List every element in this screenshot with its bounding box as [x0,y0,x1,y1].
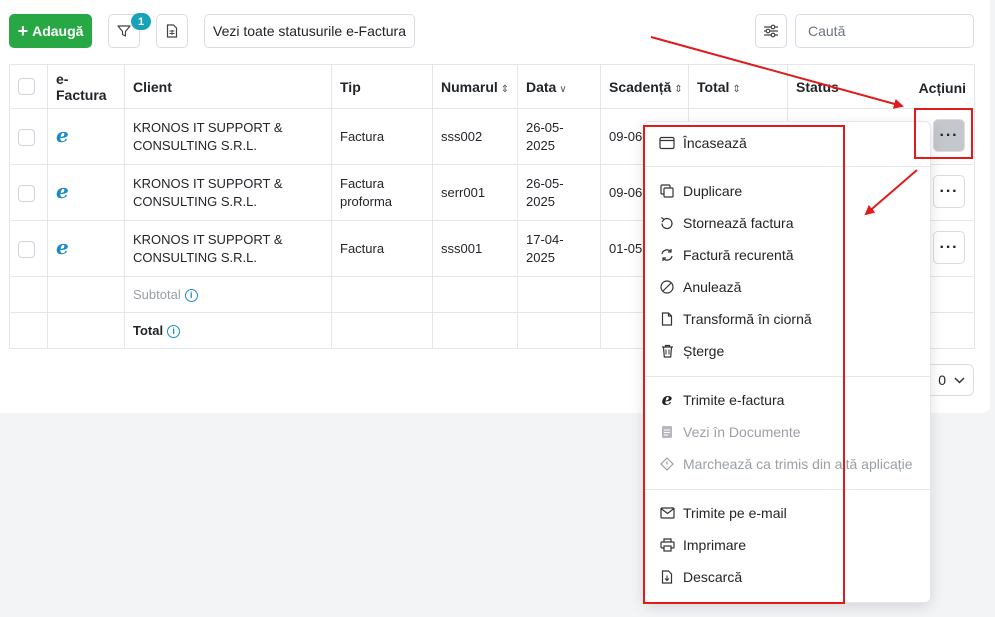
invoice-date: 26-05-2025 [517,108,601,165]
header-total-label: Total [697,78,730,95]
sort-icon: ⇕ [500,83,510,95]
header-data-label: Data [526,78,557,95]
invoice-date: 17-04-2025 [517,220,601,277]
more-horizontal-icon: ··· [939,238,959,256]
header-tip: Tip [331,64,433,109]
select-all-cell [9,64,48,109]
page-size-select[interactable]: 0 [925,364,974,396]
invoice-type-line2: proforma [340,193,393,209]
client-name: KRONOS IT SUPPORT & [133,175,283,191]
invoice-type: Factura [340,175,385,191]
invoice-number: serr001 [432,164,518,221]
sort-icon: ⇕ [674,83,683,95]
select-all-checkbox[interactable] [18,78,35,96]
invoice-type: Factura [340,240,385,256]
annotation-box-actions [914,108,973,159]
subtotal-label: Subtotal [133,286,181,302]
header-status: Status [796,78,839,95]
sort-icon: ⇕ [732,83,741,95]
page-size-value: 0 [938,372,946,388]
row-checkbox[interactable] [18,184,35,202]
row-checkbox[interactable] [18,128,35,146]
plus-icon: + [17,21,29,41]
info-icon[interactable]: i [167,324,181,338]
invoice-date: 26-05-2025 [517,164,601,221]
invoice-number: sss002 [432,108,518,165]
efactura-status-button[interactable]: Vezi toate statusurile e-Factura [204,14,415,48]
header-numarul-label: Numarul [441,78,498,95]
header-efactura: e-Factura [47,64,125,109]
efactura-icon: e [56,123,69,147]
annotation-box-menu [643,125,845,604]
header-numarul[interactable]: Numarul ⇕ [432,64,518,109]
efactura-icon: e [56,179,69,203]
filter-count-badge: 1 [131,13,151,30]
row-checkbox[interactable] [18,240,35,258]
client-name-line2: CONSULTING S.R.L. [133,137,258,153]
header-data[interactable]: Data ∨ [517,64,601,109]
row-actions-button[interactable]: ··· [933,175,965,208]
client-name-line2: CONSULTING S.R.L. [133,193,258,209]
header-client: Client [124,64,332,109]
more-horizontal-icon: ··· [939,182,959,200]
total-label: Total [133,322,164,338]
funnel-icon [117,25,131,37]
sliders-icon [764,24,778,38]
header-scadenta[interactable]: Scadență ⇕ [600,64,689,109]
column-settings-button[interactable] [755,14,787,48]
add-button[interactable]: + Adaugă [9,14,92,48]
client-name-line2: CONSULTING S.R.L. [133,249,258,265]
invoice-type: Factura [340,128,385,144]
client-name: KRONOS IT SUPPORT & [133,119,283,135]
header-scadenta-label: Scadență [609,78,672,95]
row-actions-button[interactable]: ··· [933,231,965,264]
efactura-icon: e [56,235,69,259]
spreadsheet-icon [166,24,178,38]
header-actiuni: Acțiuni [918,80,967,96]
client-name: KRONOS IT SUPPORT & [133,231,283,247]
add-button-label: Adaugă [32,23,84,39]
export-button[interactable] [156,14,188,48]
invoice-number: sss001 [432,220,518,277]
info-icon[interactable]: i [184,288,198,302]
header-total[interactable]: Total ⇕ [688,64,788,109]
header-status-actions: Status Acțiuni [786,64,976,109]
table-header-row: e-Factura Client Tip Numarul ⇕ Data ∨ Scad… [9,64,976,109]
chevron-down-icon [954,376,965,384]
search-input[interactable] [795,14,974,48]
sort-desc-icon: ∨ [559,83,567,95]
